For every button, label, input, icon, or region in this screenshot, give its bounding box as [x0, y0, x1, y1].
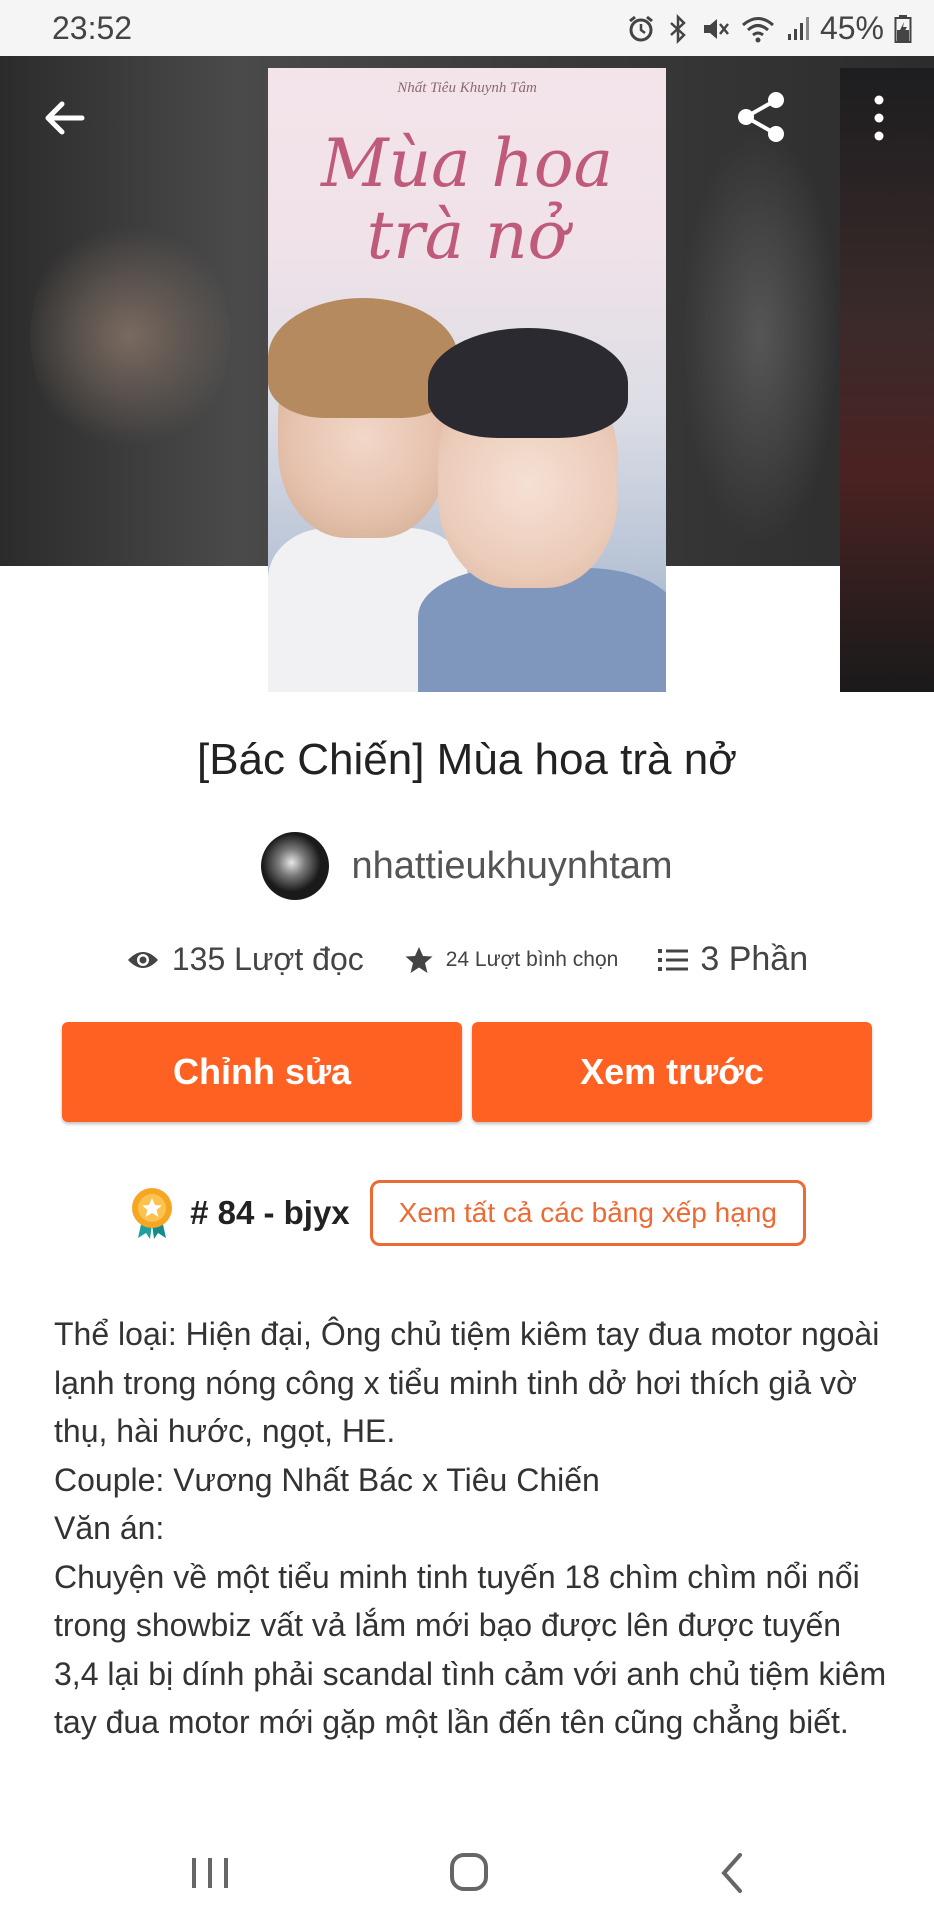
- cover-author: Nhất Tiêu Khuynh Tâm: [397, 80, 537, 96]
- alarm-icon: [629, 15, 653, 41]
- action-buttons: Chỉnh sửa Xem trước: [62, 1022, 872, 1122]
- cover-title-line2: trà nở: [366, 197, 568, 274]
- share-icon: [738, 92, 784, 142]
- description-paragraph: Văn án:: [54, 1510, 165, 1546]
- next-cover-thumbnail[interactable]: [840, 68, 934, 692]
- home-icon: [450, 1853, 488, 1891]
- story-title: [Bác Chiến] Mùa hoa trà nở: [196, 735, 738, 784]
- ranking-row: # 84 - bjyx Xem tất cả các bảng xếp hạng: [0, 1180, 934, 1246]
- status-bar: 23:52 45%: [0, 0, 934, 56]
- cover-figure: [428, 328, 628, 438]
- mute-icon: [703, 18, 729, 39]
- view-all-rankings-button[interactable]: Xem tất cả các bảng xếp hạng: [369, 1180, 806, 1246]
- description-paragraph: Couple: Vương Nhất Bác x Tiêu Chiến: [54, 1461, 600, 1498]
- chevron-left-icon: [721, 1853, 742, 1893]
- hero-blur: [30, 216, 230, 456]
- more-options-button[interactable]: [864, 90, 894, 146]
- author-name[interactable]: nhattieukhuynhtam: [351, 845, 672, 888]
- story-description: Thể loại: Hiện đại, Ông chủ tiệm kiêm ta…: [54, 1310, 894, 1747]
- wifi-icon: [741, 16, 774, 42]
- cover-title-line1: Mùa hoa: [320, 125, 613, 202]
- stat-votes: 24 Lượt bình chọn: [404, 945, 619, 975]
- status-time: 23:52: [52, 10, 133, 46]
- stat-parts[interactable]: 3 Phần: [658, 940, 808, 979]
- edit-button[interactable]: Chỉnh sửa: [62, 1022, 462, 1122]
- back-nav-button[interactable]: [702, 1846, 762, 1900]
- arrow-left-icon: [45, 101, 85, 135]
- stat-views: 135 Lượt đọc: [126, 941, 364, 978]
- status-icons: 45%: [626, 10, 912, 47]
- parts-count: 3 Phần: [700, 940, 809, 978]
- list-icon: [658, 948, 689, 971]
- system-nav-bar: [0, 1826, 934, 1920]
- description-paragraph: Thể loại: Hiện đại, Ông chủ tiệm kiêm ta…: [54, 1316, 880, 1449]
- share-button[interactable]: [732, 88, 790, 146]
- recent-apps-button[interactable]: [180, 1846, 240, 1900]
- avatar[interactable]: [261, 832, 330, 900]
- preview-button[interactable]: Xem trước: [472, 1022, 872, 1122]
- medal-icon: [132, 1188, 173, 1239]
- more-vertical-icon: [874, 95, 884, 141]
- author-link[interactable]: nhattieukhuynhtam: [0, 832, 934, 900]
- battery-icon: [894, 14, 912, 43]
- bluetooth-icon: [670, 13, 686, 44]
- recent-apps-icon: [192, 1858, 228, 1888]
- hero-blur: [680, 126, 840, 546]
- views-count: 135 Lượt đọc: [171, 941, 364, 977]
- eye-icon: [127, 951, 158, 968]
- cover-title: Mùa hoa trà nở: [268, 128, 666, 272]
- rank-label: # 84 - bjyx: [190, 1194, 350, 1231]
- story-stats: 135 Lượt đọc 24 Lượt bình chọn 3 Phần: [0, 940, 934, 979]
- story-cover: Nhất Tiêu Khuynh Tâm Mùa hoa trà nở: [268, 68, 666, 692]
- votes-count: 24 Lượt bình chọn: [445, 947, 619, 971]
- back-button[interactable]: [38, 92, 90, 144]
- description-paragraph: Chuyện về một tiểu minh tinh tuyến 18 ch…: [54, 1558, 887, 1741]
- battery-percent: 45%: [819, 10, 884, 46]
- signal-icon: [787, 16, 809, 40]
- home-button[interactable]: [440, 1846, 500, 1900]
- star-icon: [405, 946, 433, 973]
